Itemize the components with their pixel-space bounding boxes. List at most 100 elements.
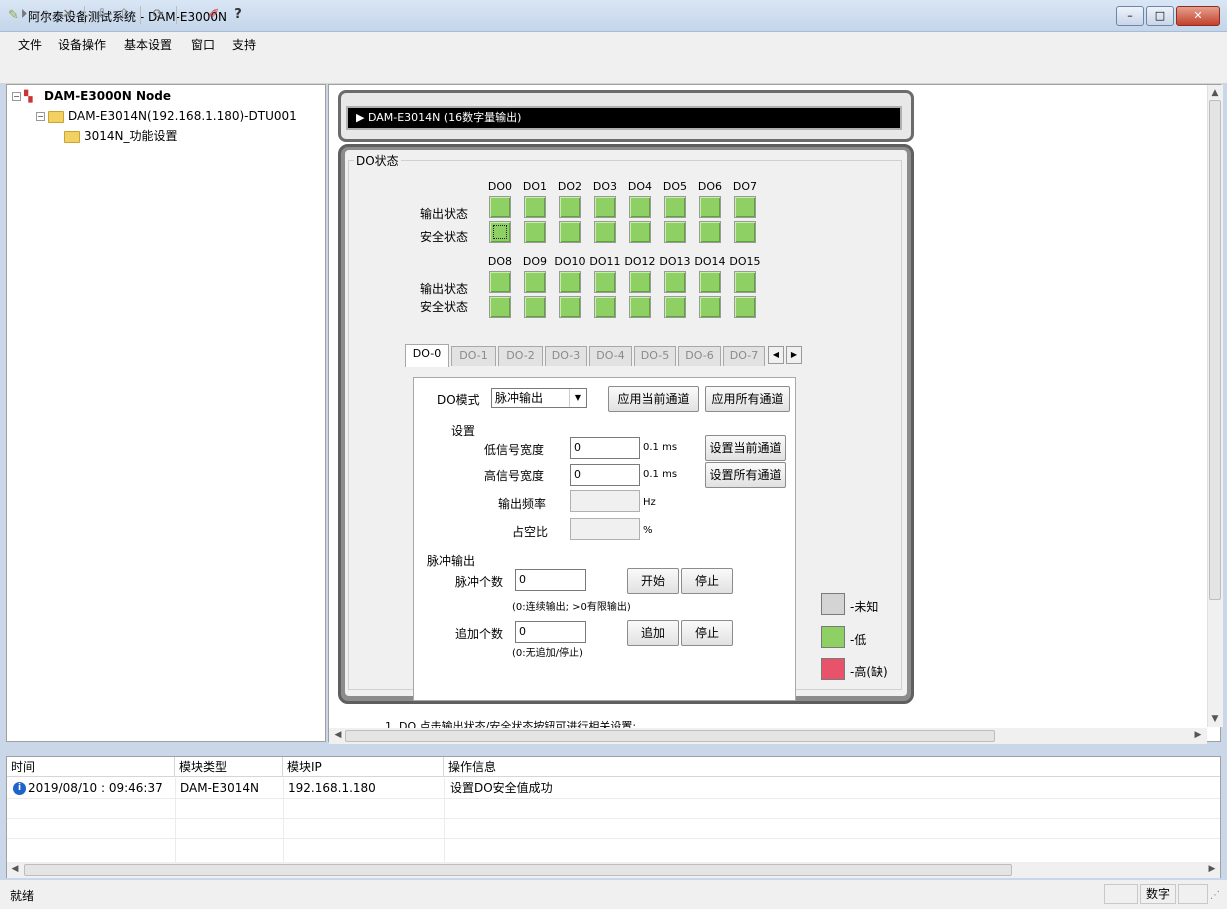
do0-output-led[interactable] — [489, 196, 511, 218]
menu-support[interactable]: 支持 — [232, 36, 256, 53]
do6-output-led[interactable] — [699, 196, 721, 218]
do15-safe-led[interactable] — [734, 296, 756, 318]
pulse-count-input[interactable]: 0 — [515, 569, 586, 591]
set-current-channel-button[interactable]: 设置当前通道 — [705, 435, 786, 461]
do7-output-led[interactable] — [734, 196, 756, 218]
tab-do-4[interactable]: DO-4 — [589, 346, 632, 366]
append-stop-button[interactable]: 停止 — [681, 620, 733, 646]
scroll-right-icon[interactable]: ▶ — [1205, 864, 1219, 874]
do-header: DO8 — [487, 255, 513, 268]
do11-output-led[interactable] — [594, 271, 616, 293]
menu-device-ops[interactable]: 设备操作 — [58, 36, 106, 53]
do7-safe-led[interactable] — [734, 221, 756, 243]
close-button[interactable]: ✕ — [1176, 6, 1220, 26]
do10-safe-led[interactable] — [559, 296, 581, 318]
log-horizontal-scroll-thumb[interactable] — [24, 864, 1012, 876]
do-mode-select[interactable]: 脉冲输出 ▼ — [491, 388, 587, 408]
tab-next-icon[interactable]: ▶ — [786, 346, 802, 364]
apply-all-channels-button[interactable]: 应用所有通道 — [705, 386, 790, 412]
tab-do-5[interactable]: DO-5 — [634, 346, 676, 366]
connect-icon[interactable]: ⏵ — [14, 5, 34, 25]
append-count-label: 追加个数 — [455, 627, 504, 641]
collapse-icon[interactable]: − — [36, 112, 45, 121]
help-icon[interactable]: ? — [228, 5, 248, 25]
tab-prev-icon[interactable]: ◀ — [768, 346, 784, 364]
do12-output-led[interactable] — [629, 271, 651, 293]
do-header: DO7 — [732, 180, 758, 193]
do13-safe-led[interactable] — [664, 296, 686, 318]
do9-safe-led[interactable] — [524, 296, 546, 318]
menu-basic-settings[interactable]: 基本设置 — [124, 36, 172, 53]
high-width-unit: 0.1 ms — [643, 469, 678, 480]
tree-device[interactable]: − DAM-E3014N(192.168.1.180)-DTU001 — [36, 106, 297, 126]
do13-output-led[interactable] — [664, 271, 686, 293]
tab-do-7[interactable]: DO-7 — [723, 346, 765, 366]
menu-file[interactable]: 文件 — [18, 36, 42, 53]
scroll-down-icon[interactable]: ▼ — [1208, 714, 1222, 724]
append-count-input[interactable]: 0 — [515, 621, 586, 643]
do5-safe-led[interactable] — [664, 221, 686, 243]
tab-do-1[interactable]: DO-1 — [451, 346, 496, 366]
tab-do-6[interactable]: DO-6 — [678, 346, 721, 366]
apply-current-channel-button[interactable]: 应用当前通道 — [608, 386, 699, 412]
low-width-input[interactable]: 0 — [570, 437, 640, 459]
tab-do-2[interactable]: DO-2 — [498, 346, 543, 366]
do12-safe-led[interactable] — [629, 296, 651, 318]
do14-safe-led[interactable] — [699, 296, 721, 318]
collapse-icon[interactable]: − — [12, 92, 21, 101]
download-icon[interactable]: ⇩ — [92, 5, 112, 25]
status-num-lock: 数字 — [1140, 884, 1176, 904]
do8-safe-led[interactable] — [489, 296, 511, 318]
high-width-input[interactable]: 0 — [570, 464, 640, 486]
log-header-module-type[interactable]: 模块类型 — [175, 757, 283, 777]
row-divider — [7, 838, 1220, 839]
safe-state-label: 安全状态 — [420, 300, 469, 314]
menu-window[interactable]: 窗口 — [191, 36, 215, 53]
do3-safe-led[interactable] — [594, 221, 616, 243]
do11-safe-led[interactable] — [594, 296, 616, 318]
legend-unknown-label: -未知 — [850, 600, 879, 614]
main-vertical-scroll-thumb[interactable] — [1209, 100, 1221, 600]
tree-root[interactable]: − ▚ DAM-E3000N Node — [12, 86, 171, 106]
scroll-left-icon[interactable]: ◀ — [8, 864, 22, 874]
stop-button[interactable]: 停止 — [681, 568, 733, 594]
do2-safe-led[interactable] — [559, 221, 581, 243]
start-button[interactable]: 开始 — [627, 568, 679, 594]
do5-output-led[interactable] — [664, 196, 686, 218]
tab-do-3[interactable]: DO-3 — [545, 346, 587, 366]
do4-safe-led[interactable] — [629, 221, 651, 243]
do4-output-led[interactable] — [629, 196, 651, 218]
do6-safe-led[interactable] — [699, 221, 721, 243]
log-header-module-ip[interactable]: 模块IP — [283, 757, 444, 777]
tab-do-0[interactable]: DO-0 — [405, 344, 449, 367]
log-header-time[interactable]: 时间 — [7, 757, 175, 777]
do0-safe-led[interactable] — [489, 221, 511, 243]
tree-function-settings[interactable]: 3014N_功能设置 — [64, 126, 178, 146]
maximize-button[interactable]: □ — [1146, 6, 1174, 26]
scroll-right-icon[interactable]: ▶ — [1191, 730, 1205, 740]
do14-output-led[interactable] — [699, 271, 721, 293]
do9-output-led[interactable] — [524, 271, 546, 293]
do10-output-led[interactable] — [559, 271, 581, 293]
tool-icon[interactable]: ✐ — [204, 5, 224, 25]
append-button[interactable]: 追加 — [627, 620, 679, 646]
delete-icon[interactable]: ✕ — [58, 5, 78, 25]
scroll-up-icon[interactable]: ▲ — [1208, 88, 1222, 98]
refresh-icon[interactable]: ⟳ — [148, 5, 168, 25]
log-header-operation[interactable]: 操作信息 — [444, 757, 1220, 777]
minimize-button[interactable]: – — [1116, 6, 1144, 26]
upload-icon[interactable]: ⇧ — [114, 5, 134, 25]
do2-output-led[interactable] — [559, 196, 581, 218]
resize-grip-icon[interactable]: ⋰ — [1210, 890, 1220, 901]
home-icon[interactable]: ⌂ — [36, 5, 56, 25]
help-note: 1. DO 点击输出状态/安全状态按钮可进行相关设置: — [385, 720, 637, 728]
main-horizontal-scroll-thumb[interactable] — [345, 730, 995, 742]
do15-output-led[interactable] — [734, 271, 756, 293]
do1-safe-led[interactable] — [524, 221, 546, 243]
do1-output-led[interactable] — [524, 196, 546, 218]
toolbar — [0, 54, 1227, 84]
do3-output-led[interactable] — [594, 196, 616, 218]
do8-output-led[interactable] — [489, 271, 511, 293]
set-all-channels-button[interactable]: 设置所有通道 — [705, 462, 786, 488]
scroll-left-icon[interactable]: ◀ — [331, 730, 345, 740]
